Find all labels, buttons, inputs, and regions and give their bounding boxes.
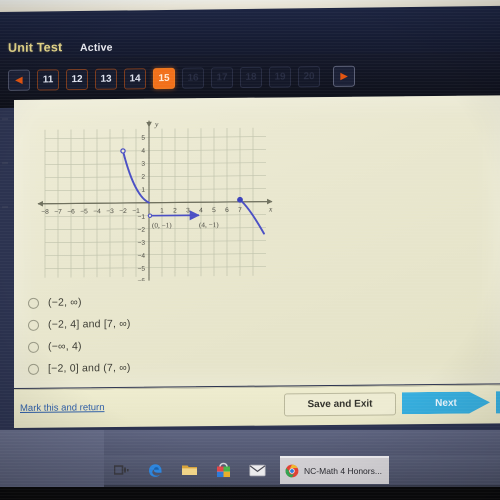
svg-text:−2: −2 bbox=[137, 227, 145, 234]
mail-icon[interactable] bbox=[240, 455, 274, 485]
pager-item-11[interactable]: 11 bbox=[37, 69, 59, 91]
svg-text:−2: −2 bbox=[119, 208, 127, 215]
x-axis-label: x bbox=[268, 205, 273, 214]
radio-button-icon[interactable] bbox=[28, 297, 39, 309]
svg-text:4: 4 bbox=[199, 207, 203, 214]
screen-bottom-edge bbox=[0, 487, 500, 500]
pager-item-16: 16 bbox=[182, 67, 204, 89]
svg-text:5: 5 bbox=[141, 135, 145, 142]
pager-item-12[interactable]: 12 bbox=[66, 68, 88, 91]
svg-text:2: 2 bbox=[141, 174, 145, 181]
pager-item-13[interactable]: 13 bbox=[95, 68, 117, 90]
svg-text:−5: −5 bbox=[80, 208, 88, 215]
save-and-exit-button[interactable]: Save and Exit bbox=[284, 392, 396, 417]
pager-item-19: 19 bbox=[269, 66, 291, 88]
pager-item-14[interactable]: 14 bbox=[124, 68, 146, 90]
pager-item-20: 20 bbox=[298, 66, 320, 88]
graph-svg: y x −8 −7 −6 −5 −4 −3 −2 −1 1 2 3 4 5 6 … bbox=[37, 120, 273, 282]
radio-button-icon[interactable] bbox=[28, 363, 39, 375]
answer-choices: (−2, ∞) (−2, 4] and [7, ∞) (−∞, 4) [−2, … bbox=[28, 289, 328, 380]
next-question-button[interactable]: ▶ bbox=[333, 65, 355, 87]
mark-this-and-return-link[interactable]: Mark this and return bbox=[20, 402, 104, 414]
svg-text:−6: −6 bbox=[67, 208, 75, 215]
choice-option-1[interactable]: (−2, ∞) bbox=[28, 289, 328, 314]
pager-item-15-current[interactable]: 15 bbox=[153, 67, 175, 90]
choice-label-2: (−2, 4] and [7, ∞) bbox=[48, 317, 131, 331]
svg-text:−1: −1 bbox=[137, 214, 145, 221]
cutoff-mark bbox=[2, 118, 8, 121]
svg-text:−3: −3 bbox=[137, 240, 145, 247]
microsoft-store-icon[interactable] bbox=[206, 455, 240, 485]
y-axis-label: y bbox=[154, 120, 159, 129]
choice-label-1: (−2, ∞) bbox=[48, 296, 82, 309]
svg-text:5: 5 bbox=[212, 207, 216, 214]
svg-text:3: 3 bbox=[141, 161, 145, 168]
screen-photo: Unit Test Active ◀ 11 12 13 14 15 16 17 … bbox=[0, 0, 500, 500]
status-badge: Active bbox=[80, 41, 113, 55]
graph-axes bbox=[37, 120, 273, 281]
curve-right-branch bbox=[239, 198, 265, 235]
cutoff-mark bbox=[2, 206, 8, 209]
svg-text:−7: −7 bbox=[54, 209, 62, 216]
radio-button-icon[interactable] bbox=[28, 341, 39, 353]
taskbar-left-region bbox=[0, 430, 104, 487]
footer-content: Mark this and return Save and Exit Next bbox=[14, 384, 500, 427]
svg-text:−4: −4 bbox=[137, 253, 145, 260]
choice-option-3[interactable]: (−∞, 4) bbox=[28, 333, 328, 358]
svg-text:2: 2 bbox=[173, 207, 177, 214]
choice-label-4: [−2, 0] and (7, ∞) bbox=[48, 361, 131, 375]
cutoff-mark bbox=[2, 162, 8, 165]
secondary-action-button[interactable] bbox=[496, 391, 500, 414]
closed-dot-marker-right bbox=[237, 196, 243, 203]
taskbar-window-label: NC-Math 4 Honors... bbox=[304, 466, 382, 476]
edge-browser-icon[interactable] bbox=[138, 455, 172, 485]
open-circle-marker-segment bbox=[147, 213, 153, 218]
choice-option-2[interactable]: (−2, 4] and [7, ∞) bbox=[28, 311, 328, 336]
svg-text:4: 4 bbox=[141, 148, 145, 155]
windows-taskbar: NC-Math 4 Honors... bbox=[104, 455, 500, 485]
question-content: y x −8 −7 −6 −5 −4 −3 −2 −1 1 2 3 4 5 6 … bbox=[2, 95, 500, 392]
svg-text:−4: −4 bbox=[93, 208, 101, 215]
svg-text:7: 7 bbox=[238, 207, 242, 214]
annotation-point-4: (4, −1) bbox=[199, 221, 219, 229]
page-title: Unit Test bbox=[8, 40, 63, 55]
svg-text:−3: −3 bbox=[106, 208, 114, 215]
svg-text:−8: −8 bbox=[41, 209, 49, 216]
taskbar-window-chrome[interactable]: NC-Math 4 Honors... bbox=[280, 456, 389, 484]
pager-item-18: 18 bbox=[240, 66, 262, 89]
chrome-icon bbox=[285, 464, 299, 478]
annotation-point-0: (0, −1) bbox=[152, 221, 172, 229]
svg-text:1: 1 bbox=[160, 208, 164, 215]
pager-item-17: 17 bbox=[211, 67, 233, 89]
question-pager: ◀ 11 12 13 14 15 16 17 18 19 20 ▶ bbox=[8, 65, 355, 91]
choice-option-4[interactable]: [−2, 0] and (7, ∞) bbox=[28, 355, 328, 380]
svg-text:−6: −6 bbox=[137, 278, 145, 282]
file-explorer-icon[interactable] bbox=[172, 455, 206, 485]
open-circle-marker-left bbox=[120, 148, 126, 154]
function-graph: y x −8 −7 −6 −5 −4 −3 −2 −1 1 2 3 4 5 6 … bbox=[28, 111, 283, 282]
svg-text:3: 3 bbox=[186, 207, 190, 214]
svg-text:1: 1 bbox=[141, 187, 145, 194]
svg-text:6: 6 bbox=[225, 207, 229, 214]
next-button[interactable]: Next bbox=[402, 391, 490, 414]
svg-text:−5: −5 bbox=[137, 266, 145, 273]
prev-question-button[interactable]: ◀ bbox=[8, 69, 30, 91]
choice-label-3: (−∞, 4) bbox=[48, 340, 82, 353]
radio-button-icon[interactable] bbox=[28, 319, 39, 331]
task-view-icon[interactable] bbox=[104, 455, 138, 485]
app-header: Unit Test Active ◀ 11 12 13 14 15 16 17 … bbox=[0, 6, 500, 104]
